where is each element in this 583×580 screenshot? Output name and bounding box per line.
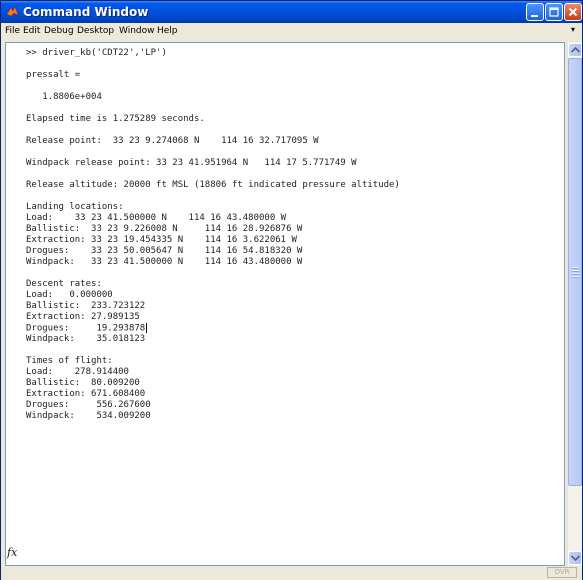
fx-prompt-icon[interactable]: fx xyxy=(7,546,17,559)
ovr-indicator: OVR xyxy=(547,567,577,578)
console-line: Load: 278.914400 xyxy=(26,367,129,377)
menu-window[interactable]: Window xyxy=(119,25,155,37)
console-line: Drogues: 33 23 50.005647 N 114 16 54.818… xyxy=(26,246,303,256)
console-line: Times of flight: xyxy=(26,356,113,366)
maximize-button[interactable] xyxy=(545,3,563,21)
console-line: Extraction: 671.608400 xyxy=(26,389,146,399)
console-line: Release altitude: 20000 ft MSL (18806 ft… xyxy=(26,180,400,190)
console-line: Ballistic: 80.009200 xyxy=(26,378,140,388)
console-line: Load: 0.000000 xyxy=(26,290,113,300)
grip-line xyxy=(572,276,579,278)
console-line: Extraction: 33 23 19.454335 N 114 16 3.6… xyxy=(26,235,297,245)
arrow-up-icon xyxy=(571,47,580,53)
command-output-area[interactable]: >> driver_kb('CDT22','LP') pressalt = 1.8… xyxy=(5,42,565,566)
console-line: Landing locations: xyxy=(26,202,124,212)
console-line: Windpack: 534.009200 xyxy=(26,411,151,421)
console-line: Windpack release point: 33 23 41.951964 … xyxy=(26,158,357,168)
console-line: Elapsed time is 1.275289 seconds. xyxy=(26,114,205,124)
arrow-down-icon xyxy=(571,555,580,561)
vertical-scrollbar[interactable] xyxy=(567,42,582,566)
status-bar: OVR xyxy=(1,566,582,580)
grip-line xyxy=(572,267,579,269)
grip-line xyxy=(572,273,579,275)
maximize-icon xyxy=(549,7,559,17)
grip-line xyxy=(572,270,579,272)
console-line: Descent rates: xyxy=(26,279,102,289)
close-button[interactable] xyxy=(564,3,582,21)
console-line: Load: 33 23 41.500000 N 114 16 43.480000… xyxy=(26,213,287,223)
title-bar[interactable]: Command Window xyxy=(1,1,582,23)
menu-desktop[interactable]: Desktop xyxy=(77,25,114,37)
menu-help[interactable]: Help xyxy=(157,25,178,37)
matlab-icon xyxy=(6,6,19,17)
menu-debug[interactable]: Debug xyxy=(44,25,74,37)
close-icon xyxy=(568,7,578,17)
minimize-icon xyxy=(531,15,538,17)
scroll-down-button[interactable] xyxy=(568,551,582,565)
output-lines: >> driver_kb('CDT22','LP') pressalt = 1.8… xyxy=(26,48,400,422)
command-window: Command Window File Edit Debug Desktop W… xyxy=(0,0,583,580)
window-title: Command Window xyxy=(23,5,149,19)
scroll-thumb[interactable] xyxy=(568,58,582,486)
console-line: Ballistic: 33 23 9.226008 N 114 16 28.92… xyxy=(26,224,303,234)
minimize-button[interactable] xyxy=(526,3,544,21)
console-line: Extraction: 27.989135 xyxy=(26,312,140,322)
menu-file[interactable]: File xyxy=(5,25,20,37)
menu-overflow-arrow-icon[interactable]: ▾ xyxy=(571,25,575,34)
console-line: Drogues: 19.293878 xyxy=(26,323,148,334)
menu-edit[interactable]: Edit xyxy=(23,25,40,37)
console-line: Windpack: 33 23 41.500000 N 114 16 43.48… xyxy=(26,257,303,267)
console-line: Drogues: 556.267600 xyxy=(26,400,151,410)
scroll-up-button[interactable] xyxy=(568,43,582,57)
console-line: >> driver_kb('CDT22','LP') xyxy=(26,48,167,58)
console-line: pressalt = xyxy=(26,70,81,80)
console-line: 1.8806e+004 xyxy=(26,92,102,102)
console-line: Windpack: 35.018123 xyxy=(26,334,146,344)
menu-bar: File Edit Debug Desktop Window Help ▾ xyxy=(1,23,582,40)
text-caret xyxy=(146,323,148,333)
console-line: Ballistic: 233.723122 xyxy=(26,301,146,311)
console-line: Release point: 33 23 9.274068 N 114 16 3… xyxy=(26,136,319,146)
